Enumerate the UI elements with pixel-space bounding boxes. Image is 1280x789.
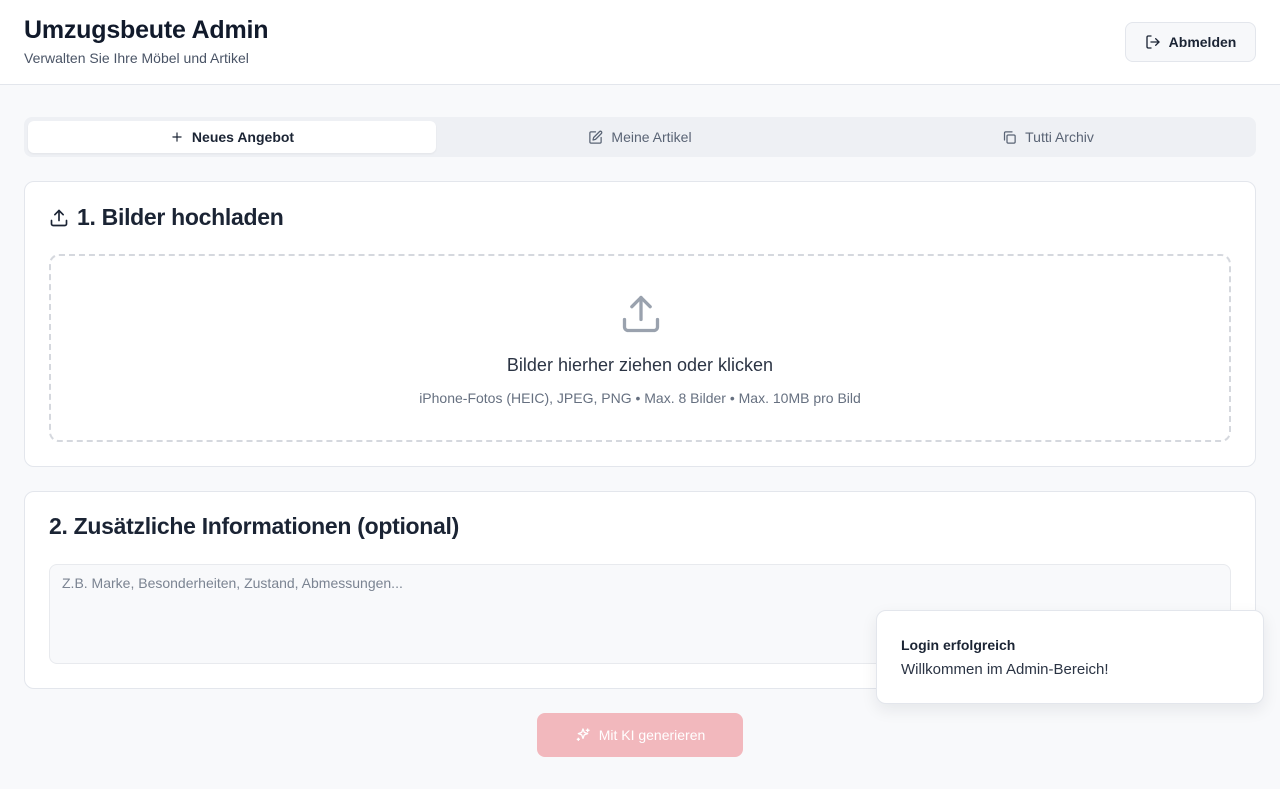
logout-button[interactable]: Abmelden	[1125, 22, 1256, 62]
upload-icon	[619, 292, 663, 336]
upload-section-title: 1. Bilder hochladen	[49, 204, 284, 231]
image-dropzone[interactable]: Bilder hierher ziehen oder klicken iPhon…	[49, 254, 1231, 442]
tab-label: Tutti Archiv	[1025, 129, 1094, 145]
edit-icon	[588, 130, 603, 145]
upload-icon	[49, 208, 69, 228]
tab-bar: Neues Angebot Meine Artikel Tutti Archiv	[24, 117, 1256, 157]
tab-label: Neues Angebot	[191, 129, 295, 145]
dropzone-hint: iPhone-Fotos (HEIC), JPEG, PNG • Max. 8 …	[419, 390, 861, 406]
page-subtitle: Verwalten Sie Ihre Möbel und Artikel	[24, 50, 249, 66]
app-header: Umzugsbeute Admin Verwalten Sie Ihre Möb…	[0, 0, 1280, 85]
page-title: Umzugsbeute Admin	[24, 16, 269, 44]
logout-icon	[1145, 34, 1161, 50]
tab-tutti-archive[interactable]: Tutti Archiv	[844, 121, 1252, 153]
upload-card: 1. Bilder hochladen Bilder hierher ziehe…	[24, 181, 1256, 467]
tab-label: Meine Artikel	[611, 129, 692, 145]
info-section-title: 2. Zusätzliche Informationen (optional)	[49, 513, 459, 539]
tab-my-items[interactable]: Meine Artikel	[436, 121, 844, 153]
generate-ai-button[interactable]: Mit KI generieren	[537, 713, 743, 757]
plus-icon	[170, 130, 184, 144]
sparkles-icon	[575, 727, 591, 743]
generate-label: Mit KI generieren	[598, 727, 706, 743]
dropzone-title: Bilder hierher ziehen oder klicken	[506, 355, 774, 375]
copy-icon	[1002, 130, 1017, 145]
logout-label: Abmelden	[1168, 34, 1237, 50]
toast-title: Login erfolgreich	[901, 637, 1016, 653]
upload-title-text: 1. Bilder hochladen	[77, 204, 284, 230]
toast-message: Willkommen im Admin-Bereich!	[901, 661, 1109, 678]
toast-notification[interactable]: Login erfolgreich Willkommen im Admin-Be…	[876, 610, 1264, 704]
tab-new-offer[interactable]: Neues Angebot	[28, 121, 436, 153]
